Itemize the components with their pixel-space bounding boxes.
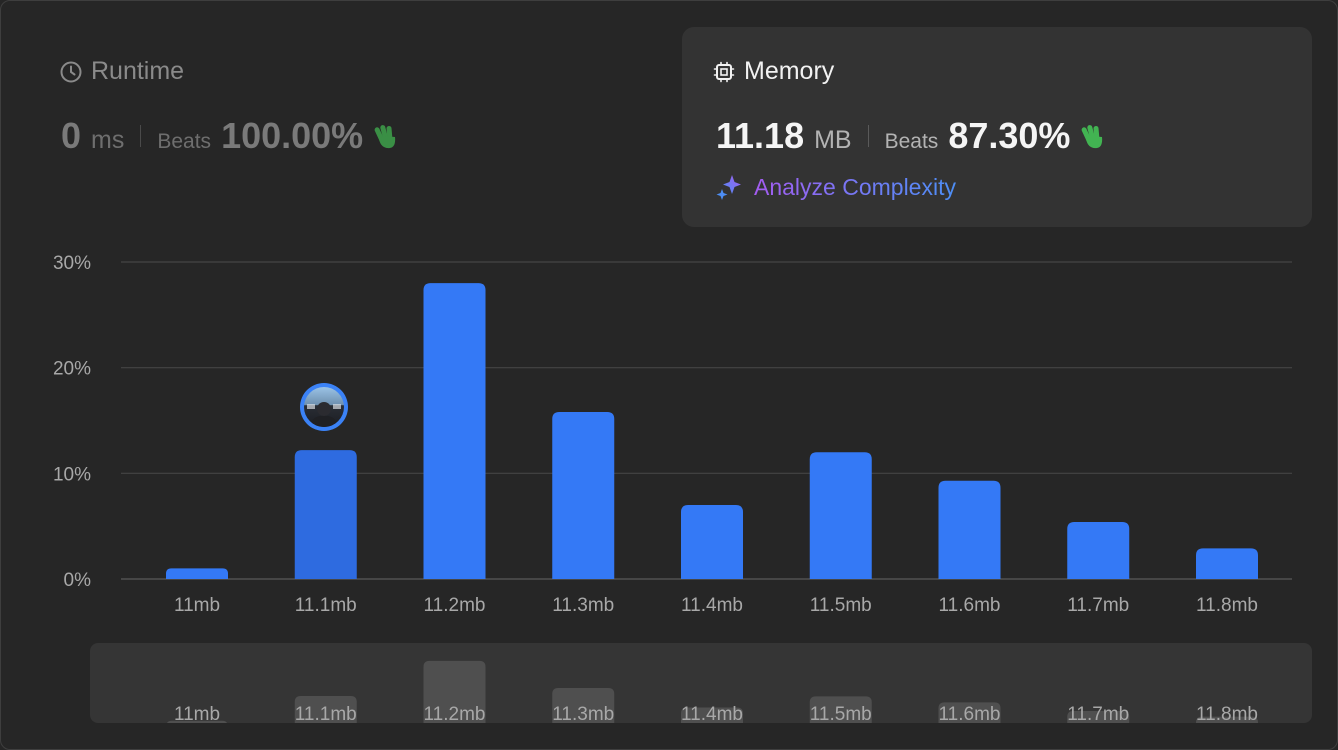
y-tick-label: 0% <box>64 570 92 591</box>
x-tick-label: 11.6mb <box>939 595 1001 616</box>
avatar-image <box>304 387 344 427</box>
bar-11.6mb[interactable] <box>938 480 1001 579</box>
minimap-tick-label: 11.2mb <box>424 704 486 723</box>
y-tick-label: 10% <box>53 464 91 485</box>
minimap-tick-label: 11.1mb <box>295 704 357 723</box>
minimap-tick-label: 11.6mb <box>939 704 1001 723</box>
bar-11.4mb[interactable] <box>681 505 743 579</box>
chart-range-selector[interactable]: 11mb 11.1mb 11.2mb 11.3mb 11.4mb 11.5mb 11.6mb… <box>90 643 1312 723</box>
minimap-tick-label: 11.5mb <box>810 704 872 723</box>
result-panel: Runtime 0 ms Beats 100.00% Memory 11.18 … <box>0 0 1338 750</box>
x-tick-label: 11.7mb <box>1067 595 1129 616</box>
bar-11.8mb[interactable] <box>1196 548 1258 579</box>
x-tick-label: 11.5mb <box>810 595 872 616</box>
avatar <box>300 383 348 431</box>
y-tick-label: 30% <box>53 253 91 274</box>
minimap-tick-label: 11.7mb <box>1067 704 1129 723</box>
minimap-tick-label: 11.4mb <box>681 704 743 723</box>
x-tick-label: 11.1mb <box>295 595 357 616</box>
bar-11.3mb[interactable] <box>552 412 615 579</box>
bar-11.7mb[interactable] <box>1067 521 1130 579</box>
minimap-tick-label: 11.3mb <box>552 704 614 723</box>
x-tick-label: 11.4mb <box>681 595 743 616</box>
y-tick-label: 20% <box>53 359 91 380</box>
bar-11mb[interactable] <box>166 568 228 579</box>
bar-11.2mb[interactable] <box>423 283 486 579</box>
memory-distribution-chart[interactable]: 0% 10% 20% 30% 11mb 11.1mb 11.2mb 11.3mb 11.4mb… <box>1 1 1338 641</box>
bar-11.5mb[interactable] <box>809 452 872 579</box>
x-tick-label: 11.3mb <box>552 595 614 616</box>
bar-11.1mb[interactable] <box>294 450 357 579</box>
minimap-tick-label: 11mb <box>174 704 220 723</box>
x-tick-label: 11.8mb <box>1196 595 1258 616</box>
x-tick-label: 11.2mb <box>424 595 486 616</box>
minimap-tick-label: 11.8mb <box>1196 704 1258 723</box>
x-tick-label: 11mb <box>174 595 220 616</box>
